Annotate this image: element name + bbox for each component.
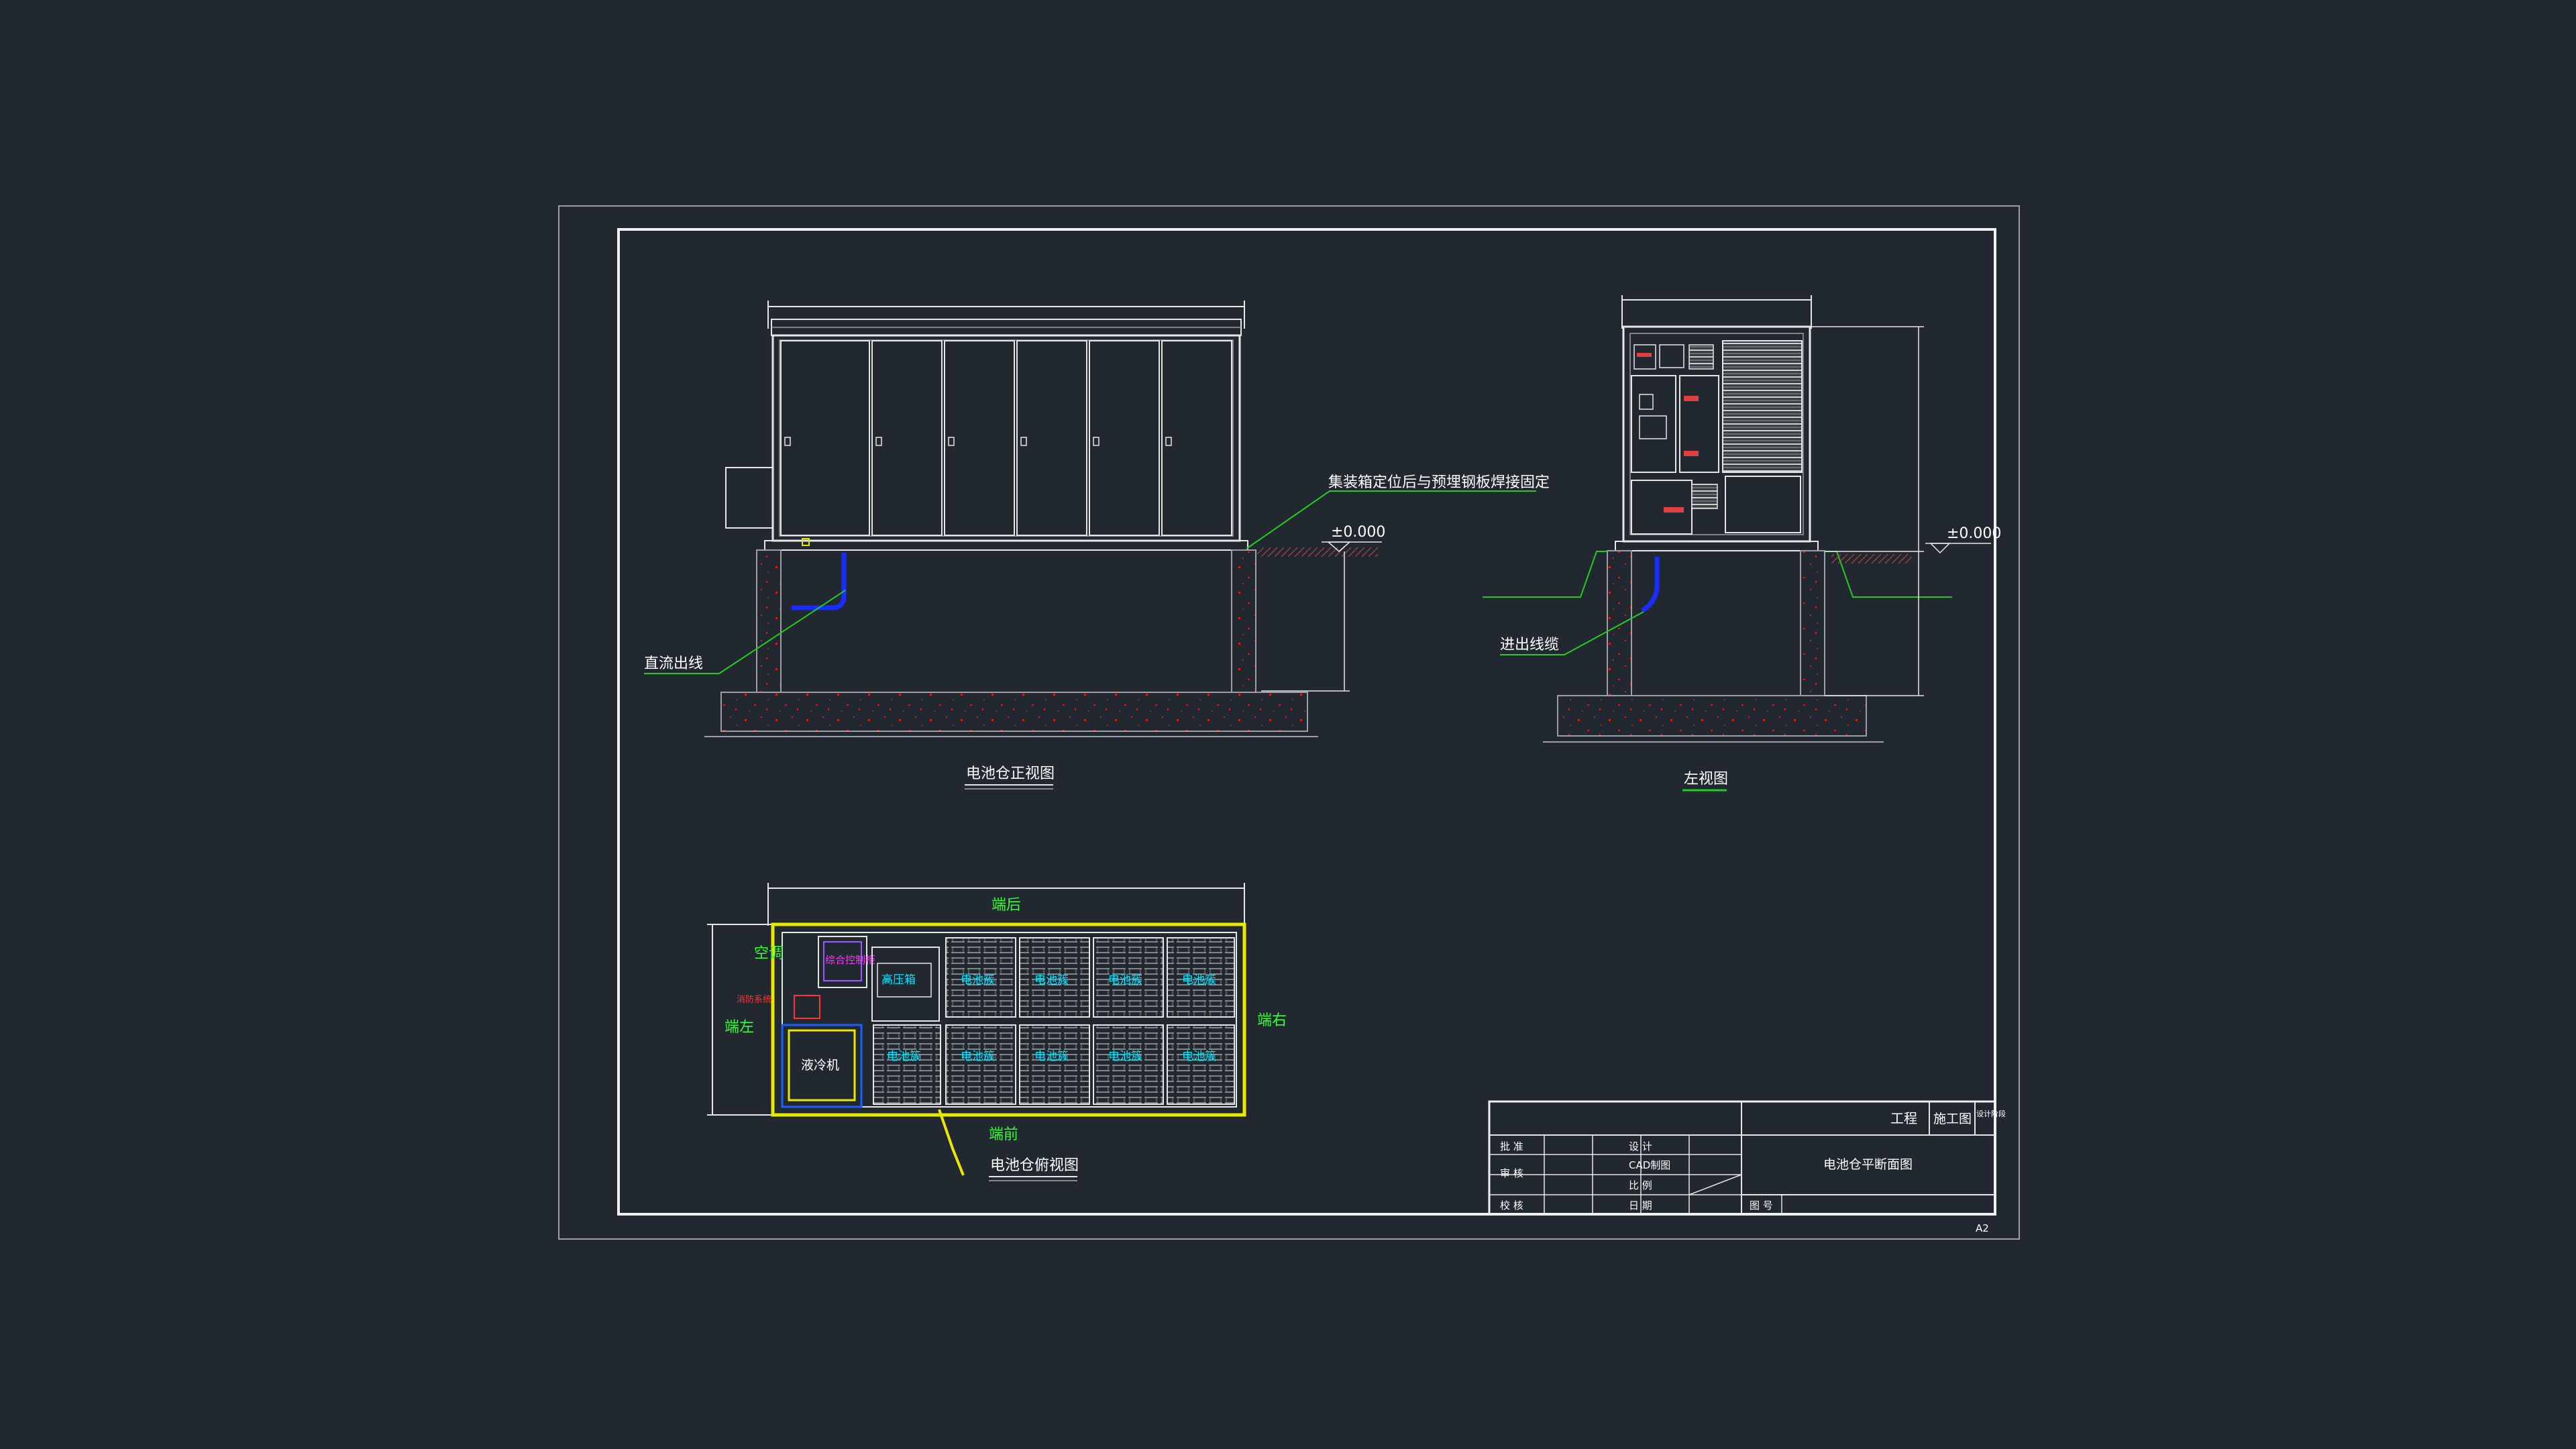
- dc-annotation: 直流出线: [644, 655, 703, 672]
- side-pier-right: [1800, 550, 1825, 696]
- battery-cluster-label: 电池簇: [1034, 1050, 1069, 1063]
- cabinet-door: [1089, 340, 1160, 536]
- red-sign: [1637, 353, 1652, 357]
- side-excavation-left: [1483, 551, 1607, 598]
- tb-cad: CAD制图: [1629, 1159, 1670, 1171]
- dc-cable: [792, 553, 847, 610]
- side-lower-door: [1725, 476, 1801, 533]
- cad-drawing-canvas[interactable]: A2 ±0.000 集装箱定位后与预埋钢板焊接固定 直流出线 电池仓正视图 进出…: [0, 0, 2576, 1449]
- tb-design: 设 计: [1629, 1140, 1652, 1152]
- cabinet-door: [871, 340, 943, 536]
- plan-label-rear: 端后: [991, 897, 1021, 914]
- plan-fire-system: [794, 995, 820, 1019]
- tb-scale: 比 例: [1629, 1179, 1652, 1191]
- battery-cluster-slot: [1093, 1024, 1164, 1105]
- side-ground-hatch: [1831, 554, 1912, 564]
- plan-view-title: 电池仓俯视图: [990, 1157, 1079, 1174]
- front-view[interactable]: ±0.000 集装箱定位后与预埋钢板焊接固定 直流出线 电池仓正视图: [644, 301, 1550, 790]
- plan-cable-leadout: [938, 1109, 965, 1176]
- battery-cluster-slot: [945, 1024, 1016, 1105]
- title-block[interactable]: 工程 施工图 设计阶段 电池仓平断面图 批 准 审 核 校 核 设 计 CAD制…: [1488, 1100, 2006, 1216]
- battery-cluster-label: 电池簇: [1108, 1050, 1142, 1063]
- tb-date: 日 期: [1629, 1199, 1652, 1212]
- plan-label-right: 端右: [1257, 1012, 1287, 1029]
- plan-label-front: 端前: [989, 1126, 1018, 1143]
- tb-review: 审 核: [1500, 1167, 1523, 1179]
- front-pier-left: [756, 549, 782, 693]
- front-view-title: 电池仓正视图: [966, 765, 1055, 782]
- weld-annotation: 集装箱定位后与预埋钢板焊接固定: [1328, 474, 1550, 491]
- battery-cluster-label: 电池簇: [1182, 1050, 1216, 1063]
- cabinet-door: [780, 340, 870, 536]
- front-level-label: ±0.000: [1331, 524, 1385, 541]
- side-panel-display: [1659, 344, 1684, 368]
- side-cabinet-left: [1631, 375, 1676, 473]
- weld-leader: [1246, 490, 1536, 549]
- sheet-size-label: A2: [1976, 1222, 1989, 1234]
- front-ground-hatch: [1257, 547, 1378, 557]
- battery-cluster-slot: [1167, 1024, 1235, 1105]
- side-lower-louver: [1691, 484, 1718, 509]
- battery-cluster-label: 电池簇: [961, 1050, 995, 1063]
- red-sign: [1684, 396, 1699, 401]
- side-level-marker-icon: [1929, 543, 1951, 554]
- cabinet-door: [1016, 340, 1087, 536]
- tb-drawing-no: 图 号: [1750, 1199, 1773, 1212]
- plan-chiller-label: 液冷机: [801, 1058, 839, 1073]
- front-door-handles: [784, 437, 1172, 446]
- front-pier-right: [1231, 549, 1256, 693]
- side-view-title: 左视图: [1684, 771, 1728, 788]
- side-cabinet-left-lower: [1639, 415, 1667, 439]
- front-cabinet-doors: [780, 340, 1232, 536]
- plan-label-left: 端左: [724, 1019, 754, 1036]
- battery-cluster-label: 电池簇: [887, 1050, 921, 1063]
- red-sign: [1684, 451, 1699, 456]
- cabinet-door: [1161, 340, 1232, 536]
- cabinet-door: [944, 340, 1015, 536]
- side-view[interactable]: 进出线缆 ±0.000 左视图: [1483, 295, 2001, 792]
- front-container-inner: [779, 339, 1234, 537]
- tb-check: 校 核: [1500, 1199, 1523, 1212]
- tb-approve: 批 准: [1500, 1140, 1523, 1152]
- side-cable: [1641, 557, 1660, 613]
- red-sign: [1664, 507, 1684, 513]
- plan-control-cabinet-label: 综合控制柜: [825, 954, 875, 966]
- plan-label-ac: 空调: [754, 945, 784, 962]
- side-base-frame: [1615, 541, 1819, 551]
- tb-project: 工程: [1890, 1110, 1917, 1126]
- battery-cluster-label: 电池簇: [961, 973, 995, 987]
- side-panel-louver-top: [1688, 344, 1714, 370]
- tb-stage-label: 设计阶段: [1976, 1109, 2006, 1118]
- plan-hv-box-label: 高压箱: [881, 973, 916, 987]
- plan-label-fire: 消防系统: [737, 994, 771, 1005]
- tb-drawing-name: 电池仓平断面图: [1823, 1157, 1913, 1172]
- battery-cluster-slot: [1019, 1024, 1090, 1105]
- front-base-frame: [764, 540, 1248, 551]
- front-container-body: [771, 334, 1241, 542]
- battery-cluster-slot: [873, 1024, 941, 1105]
- side-cabinet-mid: [1679, 375, 1719, 473]
- battery-cluster-label: 电池簇: [1108, 973, 1142, 987]
- side-cabinet-left-screen: [1639, 394, 1654, 410]
- front-foundation-slab: [720, 692, 1308, 732]
- front-side-unit: [725, 467, 773, 529]
- tb-stage-value: 施工图: [1933, 1112, 1972, 1126]
- side-large-louver: [1722, 340, 1803, 473]
- plan-view[interactable]: 液冷机 综合控制柜 高压箱 电池簇 电池簇 电池簇 电池簇 电池簇 电池簇 电池…: [707, 883, 1287, 1181]
- side-pier-left: [1607, 550, 1632, 696]
- side-level-label: ±0.000: [1947, 525, 2001, 542]
- battery-cluster-label: 电池簇: [1182, 973, 1216, 987]
- side-foundation-slab: [1557, 695, 1867, 737]
- side-cable-annotation: 进出线缆: [1500, 637, 1559, 653]
- battery-cluster-label: 电池簇: [1034, 973, 1069, 987]
